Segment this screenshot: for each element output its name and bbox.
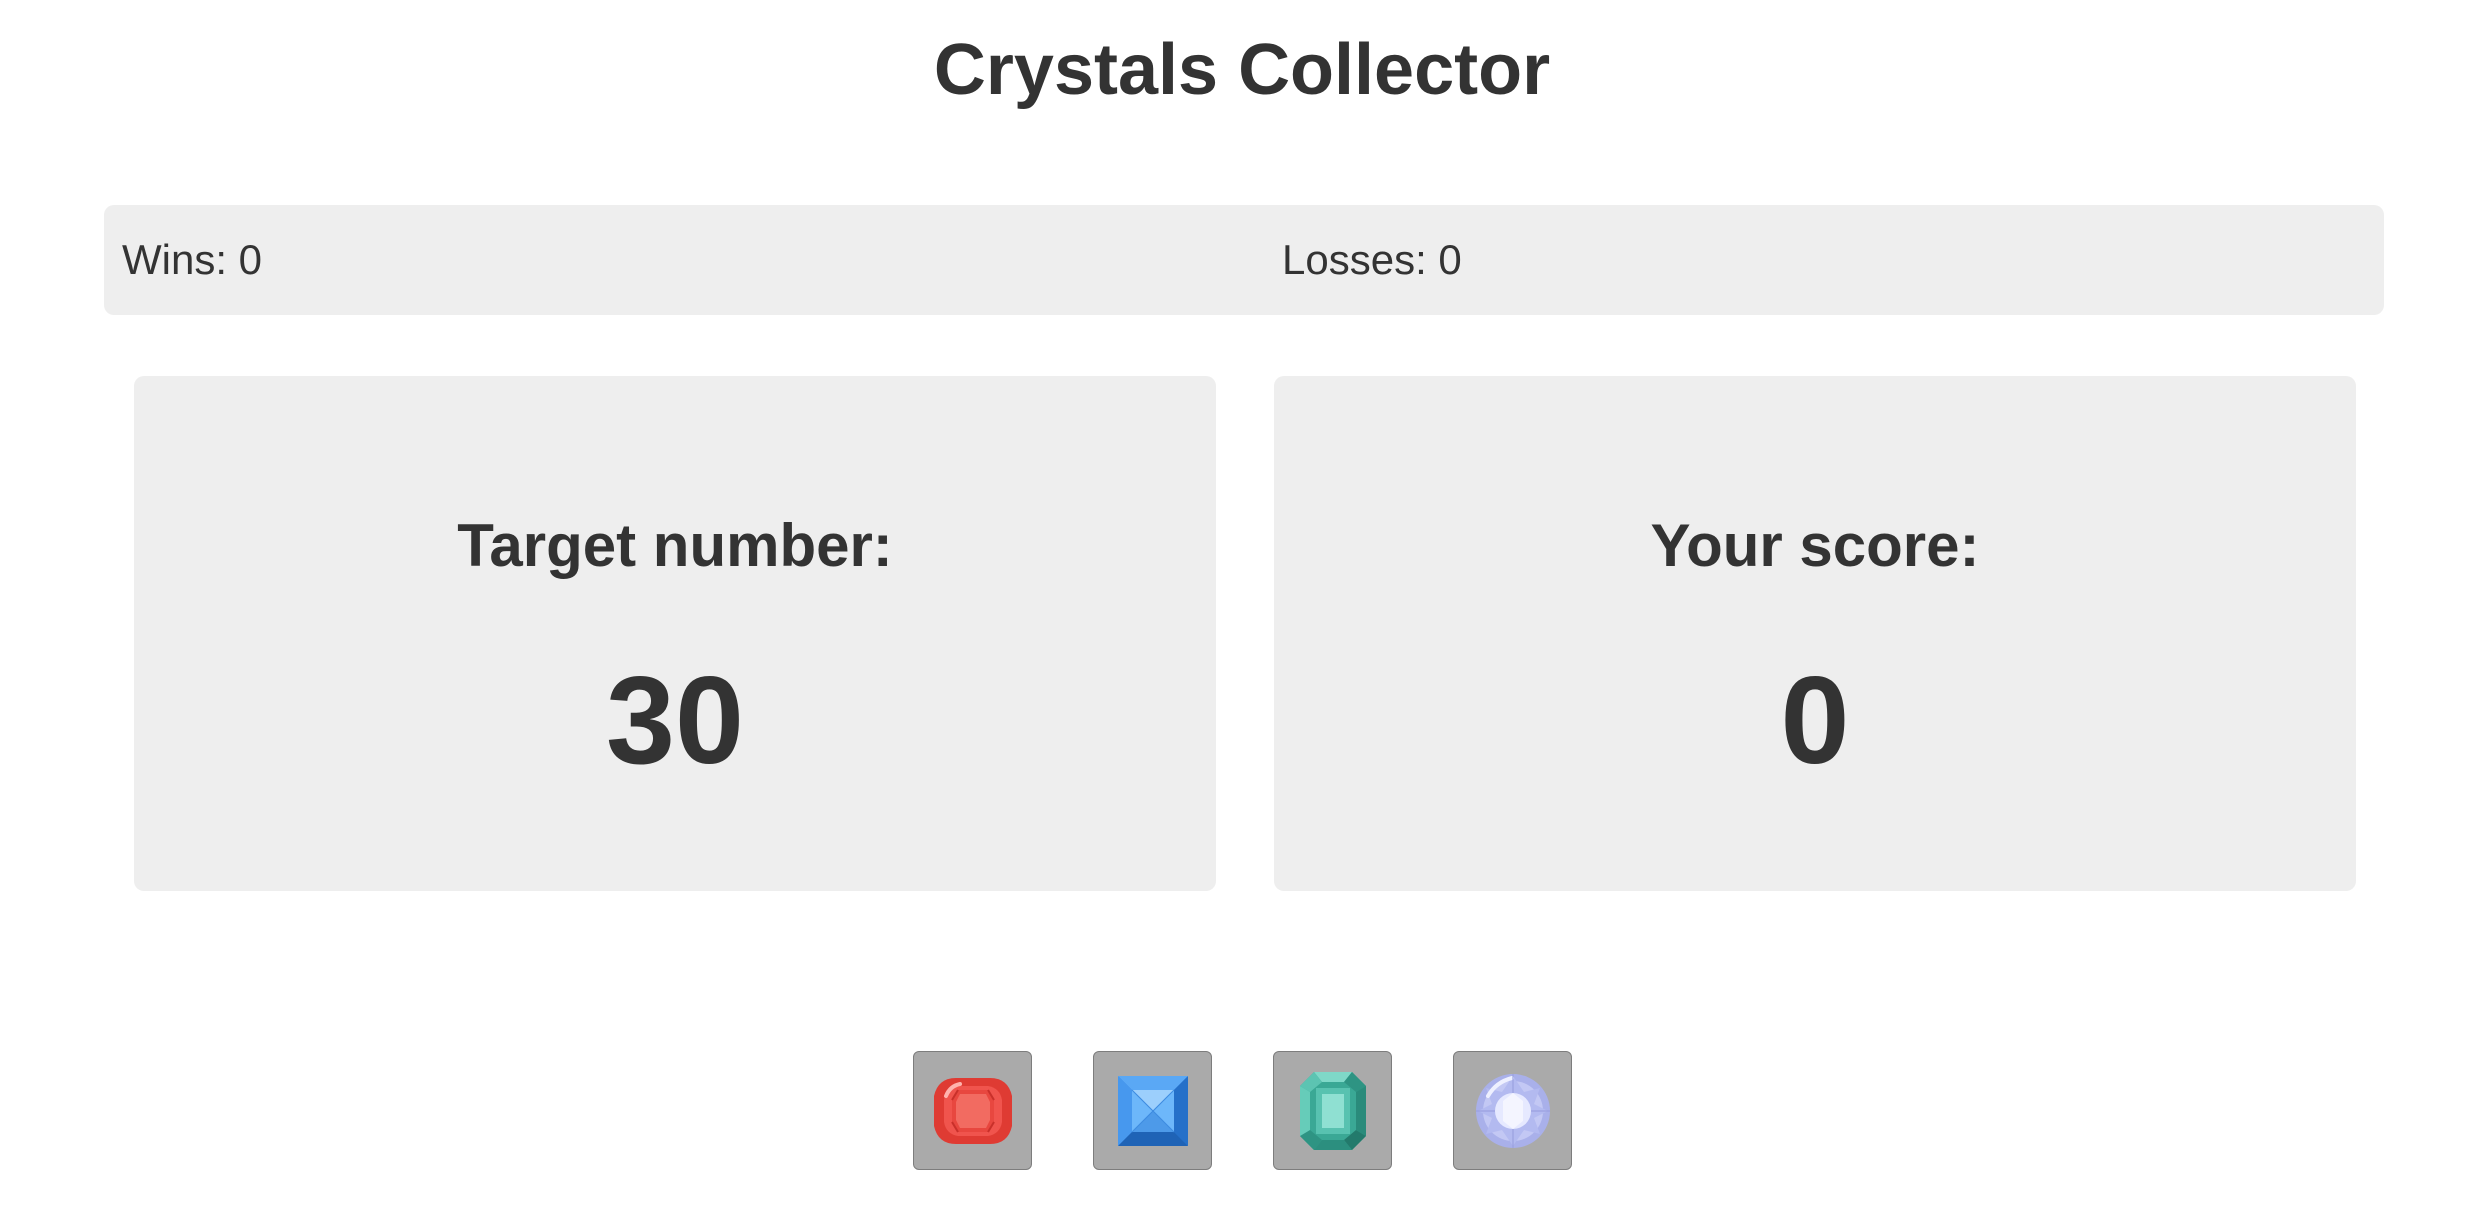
- blue-crystal-button[interactable]: [1093, 1051, 1212, 1170]
- page-title: Crystals Collector: [933, 30, 1551, 110]
- record-bar: Wins: 0 Losses: 0: [104, 205, 2384, 315]
- green-crystal-button[interactable]: [1273, 1051, 1392, 1170]
- score-number: 0: [1780, 652, 1850, 790]
- target-label: Target number:: [457, 512, 893, 579]
- score-label: Your score:: [1650, 512, 1980, 579]
- target-number: 30: [606, 652, 744, 790]
- target-panel: Target number: 30: [134, 376, 1216, 891]
- purple-crystal-icon: [1476, 1074, 1550, 1148]
- blue-crystal-icon: [1118, 1076, 1188, 1146]
- losses-counter: Losses: 0: [1282, 236, 1462, 283]
- score-panel: Your score: 0: [1274, 376, 2356, 891]
- crystal-buttons: [913, 1051, 1573, 1172]
- purple-crystal-button[interactable]: [1453, 1051, 1572, 1170]
- red-crystal-icon: [934, 1078, 1012, 1144]
- red-crystal-button[interactable]: [913, 1051, 1032, 1170]
- green-crystal-icon: [1300, 1072, 1366, 1150]
- wins-counter: Wins: 0: [122, 236, 263, 283]
